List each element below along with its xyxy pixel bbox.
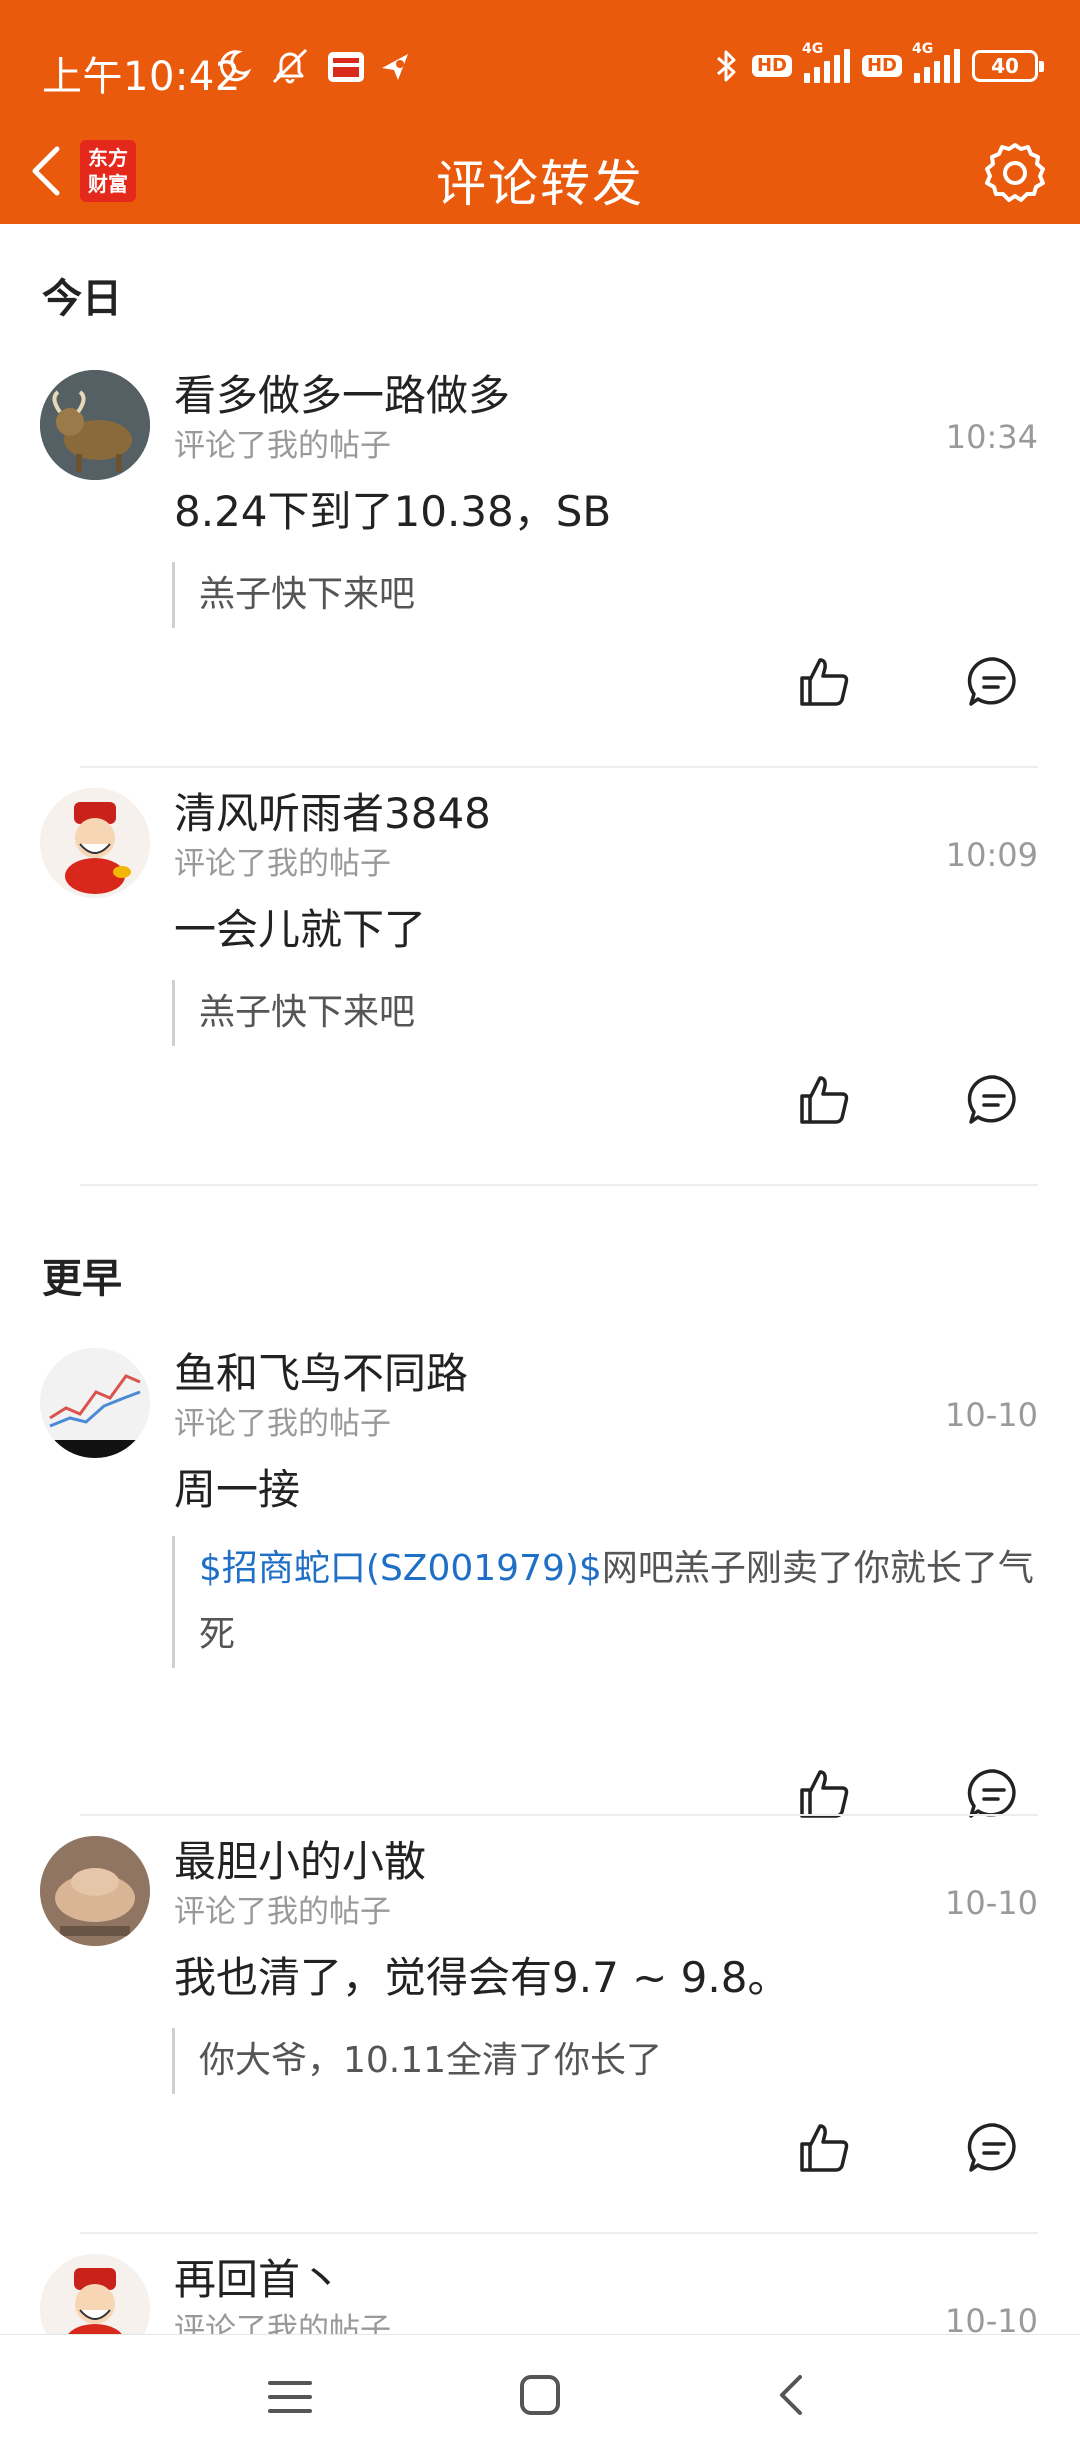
quoted-post[interactable]: 羔子快下来吧 [172, 562, 1038, 628]
avatar[interactable] [40, 2254, 150, 2334]
home-icon[interactable] [516, 2371, 564, 2419]
list-item[interactable]: 鱼和飞鸟不同路 评论了我的帖子 10-10 周一接 $招商蛇口(SZ001979… [0, 1332, 1080, 1862]
timestamp: 10-10 [945, 1396, 1038, 1434]
comment-feed[interactable]: 今日 看多做多一路做多 评论了我的帖子 10:34 8.24下到了10.38，S… [0, 224, 1080, 2334]
comment-text[interactable]: 一会儿就下了 [174, 896, 426, 957]
fortune-god-avatar-icon [40, 788, 150, 898]
menu-icon[interactable] [266, 2375, 314, 2419]
hands-avatar-icon [40, 1836, 150, 1946]
divider [80, 766, 1038, 768]
thumbs-up-icon[interactable] [796, 2120, 852, 2176]
user-name[interactable]: 最胆小的小散 [174, 1828, 426, 1889]
app-header: 上午10:42 HD 4G HD 4G 40 东方 财富 评论转发 [0, 0, 1080, 224]
user-name[interactable]: 清风听雨者3848 [174, 780, 491, 841]
timestamp: 10-10 [945, 2302, 1038, 2334]
network-type-2: 4G [912, 41, 934, 57]
comment-text[interactable]: 周一接 [174, 1456, 300, 1517]
page-title: 评论转发 [436, 155, 644, 213]
hd-badge: HD [751, 55, 792, 77]
user-name[interactable]: 鱼和飞鸟不同路 [174, 1340, 468, 1401]
section-today: 今日 [42, 276, 122, 322]
comment-icon[interactable] [966, 2120, 1022, 2176]
divider [80, 1184, 1038, 1186]
avatar[interactable] [40, 1836, 150, 1946]
battery-level: 40 [991, 54, 1019, 78]
signal-icon: 4G [802, 41, 850, 83]
divider [80, 1814, 1038, 1816]
divider [80, 2232, 1038, 2234]
user-name[interactable]: 再回首丶 [174, 2246, 342, 2307]
thumbs-up-icon[interactable] [796, 654, 852, 710]
action-label: 评论了我的帖子 [174, 1406, 391, 1442]
timestamp: 10:09 [945, 836, 1038, 874]
comment-icon[interactable] [966, 1072, 1022, 1128]
chart-avatar-icon [40, 1348, 150, 1458]
gear-icon [985, 143, 1045, 202]
avatar[interactable] [40, 1348, 150, 1458]
action-label: 评论了我的帖子 [174, 846, 391, 882]
bluetooth-icon [716, 50, 736, 82]
fortune-god-avatar-icon [40, 2254, 150, 2334]
timestamp: 10-10 [945, 1884, 1038, 1922]
battery-icon: 40 [972, 50, 1044, 82]
timestamp: 10:34 [945, 418, 1038, 456]
comment-text[interactable]: 我也清了，觉得会有9.7 ~ 9.8。 [174, 1944, 789, 2005]
quoted-post[interactable]: 羔子快下来吧 [172, 980, 1038, 1046]
list-item[interactable]: 清风听雨者3848 评论了我的帖子 10:09 一会儿就下了 羔子快下来吧 [0, 772, 1080, 1168]
status-time: 上午10:42 [42, 54, 241, 100]
comment-text[interactable]: 8.24下到了10.38，SB [174, 478, 611, 539]
avatar[interactable] [40, 370, 150, 480]
action-label: 评论了我的帖子 [174, 428, 391, 464]
quoted-post[interactable]: $招商蛇口(SZ001979)$网吧羔子刚卖了你就长了气死 [172, 1536, 1038, 1668]
avatar[interactable] [40, 788, 150, 898]
section-earlier: 更早 [42, 1256, 122, 1302]
list-item[interactable]: 看多做多一路做多 评论了我的帖子 10:34 8.24下到了10.38，SB 羔… [0, 354, 1080, 750]
thumbs-up-icon[interactable] [796, 1072, 852, 1128]
system-nav-bar [0, 2334, 1080, 2460]
signal-icon-2: 4G [912, 41, 960, 83]
settings-button[interactable] [980, 138, 1050, 208]
user-name[interactable]: 看多做多一路做多 [174, 362, 510, 423]
app-notification-icon-2 [382, 54, 408, 80]
network-type: 4G [801, 41, 824, 57]
stock-link[interactable]: $招商蛇口(SZ001979)$ [199, 1548, 602, 1589]
quoted-post[interactable]: 你大爷，10.11全清了你长了 [172, 2028, 1038, 2094]
back-icon[interactable] [770, 2371, 810, 2419]
app-notification-icon [328, 52, 364, 82]
list-item[interactable]: 最胆小的小散 评论了我的帖子 10-10 我也清了，觉得会有9.7 ~ 9.8。… [0, 1820, 1080, 2216]
bull-avatar-icon [40, 370, 150, 480]
status-right: HD 4G HD 4G 40 [714, 41, 1044, 86]
hd-badge-2: HD [861, 55, 902, 77]
list-item[interactable]: 再回首丶 评论了我的帖子 10-10 [0, 2238, 1080, 2334]
moon-icon [219, 50, 252, 82]
comment-icon[interactable] [966, 654, 1022, 710]
action-label: 评论了我的帖子 [174, 2312, 391, 2334]
status-bar: 上午10:42 HD 4G HD 4G 40 [0, 0, 1080, 130]
action-label: 评论了我的帖子 [174, 1894, 391, 1930]
mute-bell-icon [272, 48, 308, 84]
nav-bar: 东方 财富 评论转发 [0, 130, 1080, 224]
